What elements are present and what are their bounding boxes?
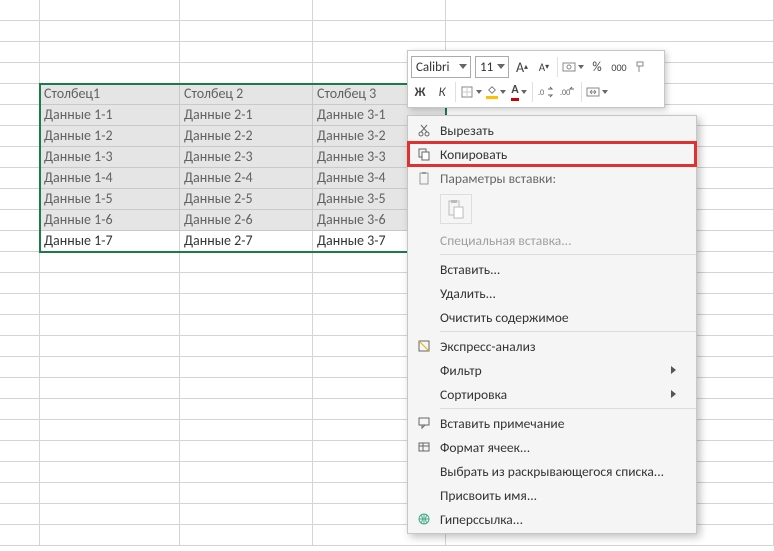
svg-text:.0: .0 [538, 88, 544, 98]
quick-analysis-icon [417, 339, 431, 353]
menu-format-cells[interactable]: Формат ячеек... [408, 435, 696, 459]
menu-label: Формат ячеек... [440, 439, 676, 456]
svg-text:.00: .00 [560, 88, 570, 98]
menu-cut[interactable]: Вырезать [408, 118, 696, 142]
format-painter-button[interactable] [632, 57, 650, 77]
bold-button[interactable]: Ж [411, 82, 429, 102]
mini-toolbar: Calibri 11 A▴ A▾ % 000 Ж К A [407, 50, 665, 108]
menu-label: Специальная вставка... [440, 232, 676, 249]
dropdown-arrow-icon [497, 64, 505, 69]
data-cell[interactable]: Данные 2-2 [180, 126, 313, 147]
menu-label: Вырезать [440, 122, 676, 139]
menu-sort[interactable]: Сортировка [408, 382, 696, 406]
borders-button[interactable] [460, 82, 482, 102]
increase-decimal-icon: .0 [538, 86, 554, 98]
copy-icon [417, 147, 431, 161]
menu-label: Вставить... [440, 261, 676, 278]
data-cell[interactable]: Данные 2-7 [180, 231, 313, 252]
scissors-icon [417, 123, 431, 137]
font-size-value: 11 [480, 60, 493, 75]
dropdown-arrow-icon [459, 64, 467, 69]
money-icon [562, 60, 576, 74]
data-cell[interactable]: Данные 1-3 [40, 147, 180, 168]
column-header[interactable]: Столбец1 [40, 84, 180, 105]
increase-font-button[interactable]: A▴ [513, 57, 531, 77]
data-cell[interactable]: Данные 2-4 [180, 168, 313, 189]
menu-quick-analysis[interactable]: Экспресс-анализ [408, 334, 696, 358]
format-cells-icon [417, 440, 431, 454]
data-cell[interactable]: Данные 2-5 [180, 189, 313, 210]
menu-insert-comment[interactable]: Вставить примечание [408, 411, 696, 435]
menu-copy[interactable]: Копировать [408, 142, 696, 166]
data-cell[interactable]: Данные 2-3 [180, 147, 313, 168]
menu-clear-contents[interactable]: Очистить содержимое [408, 305, 696, 329]
font-size-combo[interactable]: 11 [475, 56, 509, 78]
menu-label: Присвоить имя... [440, 487, 676, 504]
menu-filter[interactable]: Фильтр [408, 358, 696, 382]
menu-pick-from-list[interactable]: Выбрать из раскрывающегося списка... [408, 459, 696, 483]
menu-paste-option-button [408, 190, 696, 228]
context-menu: Вырезать Копировать Параметры вставки: С… [407, 115, 697, 534]
data-cell[interactable]: Данные 1-7 [40, 231, 180, 252]
data-cell[interactable]: Данные 1-2 [40, 126, 180, 147]
paintbrush-icon [634, 60, 648, 74]
menu-label: Выбрать из раскрывающегося списка... [440, 463, 676, 480]
menu-label: Гиперссылка... [440, 511, 676, 528]
italic-button[interactable]: К [433, 82, 451, 102]
data-cell[interactable]: Данные 1-6 [40, 210, 180, 231]
menu-hyperlink[interactable]: Гиперссылка... [408, 507, 696, 531]
clipboard-icon [417, 171, 431, 185]
merge-icon [586, 86, 600, 98]
menu-label: Очистить содержимое [440, 309, 676, 326]
borders-icon [460, 85, 474, 99]
font-color-button[interactable]: A [510, 82, 528, 102]
font-color-icon: A [511, 83, 518, 101]
menu-define-name[interactable]: Присвоить имя... [408, 483, 696, 507]
data-cell[interactable]: Данные 1-1 [40, 105, 180, 126]
menu-label: Сортировка [440, 386, 671, 403]
submenu-arrow-icon [671, 390, 676, 398]
menu-insert[interactable]: Вставить... [408, 257, 696, 281]
font-name-value: Calibri [416, 60, 449, 75]
data-cell[interactable]: Данные 2-6 [180, 210, 313, 231]
column-header[interactable]: Столбец 2 [180, 84, 313, 105]
percent-format-button[interactable]: % [588, 57, 606, 77]
accounting-format-button[interactable] [562, 57, 584, 77]
menu-label: Копировать [440, 146, 676, 163]
data-cell[interactable]: Данные 1-4 [40, 168, 180, 189]
menu-label: Фильтр [440, 362, 671, 379]
menu-label: Удалить... [440, 285, 676, 302]
comment-icon [417, 416, 431, 430]
bucket-icon [486, 85, 498, 99]
increase-decimal-button[interactable]: .0 [537, 82, 555, 102]
data-cell[interactable]: Данные 1-5 [40, 189, 180, 210]
hyperlink-icon [417, 512, 431, 526]
decrease-font-button[interactable]: A▾ [535, 57, 553, 77]
merge-center-button[interactable] [586, 82, 608, 102]
data-cell[interactable]: Данные 2-1 [180, 105, 313, 126]
decrease-decimal-icon: .00 [560, 86, 576, 98]
menu-paste-options-header: Параметры вставки: [408, 166, 696, 190]
decrease-decimal-button[interactable]: .00 [559, 82, 577, 102]
menu-label: Параметры вставки: [440, 170, 676, 187]
comma-format-button[interactable]: 000 [610, 57, 628, 77]
menu-label: Вставить примечание [440, 415, 676, 432]
font-name-combo[interactable]: Calibri [411, 56, 471, 78]
menu-label: Экспресс-анализ [440, 338, 676, 355]
paste-icon [447, 199, 465, 219]
submenu-arrow-icon [671, 366, 676, 374]
fill-color-button[interactable] [486, 82, 506, 102]
menu-paste-special: Специальная вставка... [408, 228, 696, 252]
menu-delete[interactable]: Удалить... [408, 281, 696, 305]
